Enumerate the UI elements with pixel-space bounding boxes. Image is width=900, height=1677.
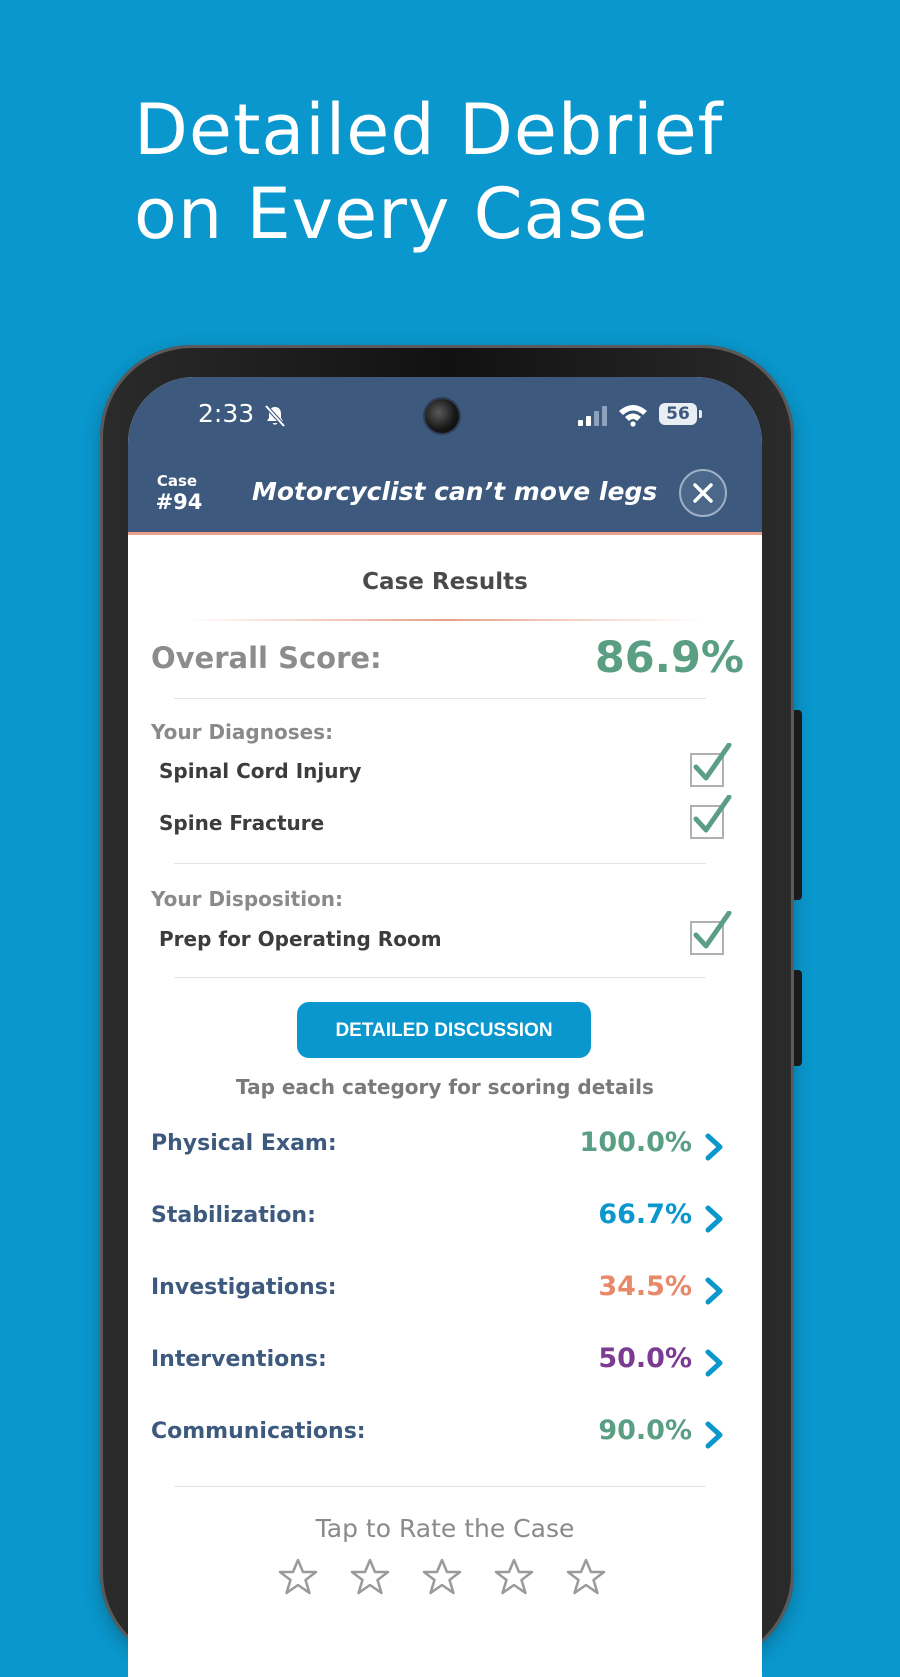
phone-power-button [794, 970, 802, 1066]
divider [174, 863, 706, 864]
scoring-hint: Tap each category for scoring details [236, 1075, 654, 1099]
chevron-right-icon [705, 1349, 723, 1377]
chevron-right-icon [705, 1205, 723, 1233]
signal-icon [578, 406, 607, 426]
case-number: #94 [155, 490, 203, 514]
close-icon [693, 483, 713, 503]
close-button[interactable] [679, 469, 727, 517]
disposition-label: Your Disposition: [151, 887, 344, 911]
star-rating [278, 1557, 618, 1597]
front-camera [425, 399, 459, 433]
app-header: 2:33 56 Case #94 Motorcyclist can’t move… [128, 377, 762, 535]
wifi-icon [619, 405, 647, 427]
headline-line-1: Detailed Debrief [134, 89, 724, 171]
category-score: 50.0% [598, 1343, 692, 1374]
phone-screen: 2:33 56 Case #94 Motorcyclist can’t move… [128, 377, 762, 1677]
category-label: Stabilization: [151, 1203, 316, 1228]
divider [174, 698, 706, 699]
status-time: 2:33 [198, 399, 255, 428]
bell-off-icon [264, 404, 286, 428]
check-icon [690, 795, 732, 839]
title-divider [188, 619, 702, 621]
category-label: Interventions: [151, 1347, 327, 1372]
chevron-right-icon [705, 1277, 723, 1305]
battery-indicator: 56 [659, 403, 702, 425]
category-score: 90.0% [598, 1415, 692, 1446]
check-icon [690, 743, 732, 787]
star-icon[interactable] [350, 1557, 390, 1597]
disposition-item: Prep for Operating Room [159, 927, 442, 951]
category-score: 34.5% [598, 1271, 692, 1302]
category-row[interactable]: Stabilization: 66.7% [128, 1191, 762, 1247]
category-score: 66.7% [598, 1199, 692, 1230]
star-icon[interactable] [566, 1557, 606, 1597]
chevron-right-icon [705, 1421, 723, 1449]
headline-line-2: on Every Case [134, 173, 649, 255]
diagnosis-item: Spine Fracture [159, 811, 325, 835]
case-label: Case [156, 472, 198, 490]
detailed-discussion-button[interactable]: DETAILED DISCUSSION [297, 1002, 591, 1058]
category-label: Investigations: [151, 1275, 337, 1300]
category-label: Physical Exam: [151, 1131, 337, 1156]
diagnosis-item: Spinal Cord Injury [159, 759, 362, 783]
rate-case-prompt: Tap to Rate the Case [315, 1514, 575, 1543]
star-icon[interactable] [422, 1557, 462, 1597]
category-row[interactable]: Interventions: 50.0% [128, 1335, 762, 1391]
diagnoses-label: Your Diagnoses: [151, 720, 334, 744]
category-row[interactable]: Physical Exam: 100.0% [128, 1119, 762, 1175]
category-score: 100.0% [579, 1127, 692, 1158]
chevron-right-icon [705, 1133, 723, 1161]
overall-score-label: Overall Score: [151, 641, 382, 675]
phone-volume-button [794, 710, 802, 900]
check-icon [690, 911, 732, 955]
case-title: Motorcyclist can’t move legs [252, 477, 658, 506]
star-icon[interactable] [494, 1557, 534, 1597]
category-row[interactable]: Communications: 90.0% [128, 1407, 762, 1463]
section-title: Case Results [362, 569, 528, 595]
divider [174, 977, 706, 978]
star-icon[interactable] [278, 1557, 318, 1597]
category-row[interactable]: Investigations: 34.5% [128, 1263, 762, 1319]
phone-frame: 2:33 56 Case #94 Motorcyclist can’t move… [100, 345, 802, 1677]
headline: Detailed Debrief on Every Case [134, 88, 814, 256]
category-label: Communications: [151, 1419, 366, 1444]
divider [174, 1486, 706, 1487]
overall-score-value: 86.9% [594, 633, 744, 683]
